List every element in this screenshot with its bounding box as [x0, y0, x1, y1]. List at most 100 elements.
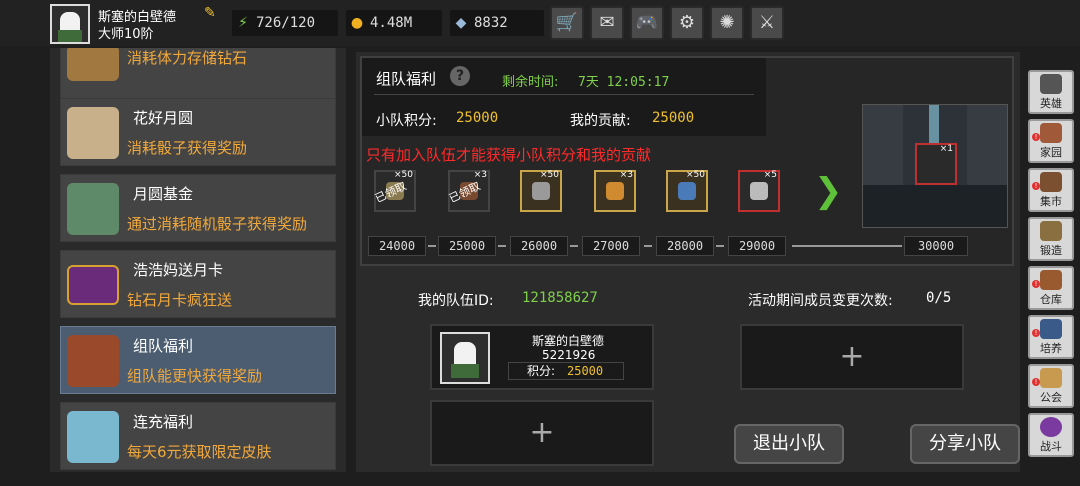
event-list[interactable]: 消耗体力存储钻石 花好月圆 消耗骰子获得奖励 月圆基金 通过消耗随机骰子获得奖励…: [50, 48, 346, 472]
arrow-right-icon: ❯: [814, 171, 843, 211]
event-title: 花好月圆: [133, 109, 194, 127]
gacha-icon[interactable]: ✺: [710, 6, 744, 40]
guild-emblem-icon: [1040, 368, 1062, 388]
gamepad-icon[interactable]: 🎮: [630, 6, 664, 40]
alert-badge-icon: !: [1032, 133, 1040, 141]
staff-item-icon: [606, 182, 624, 200]
my-contribution-value: 25000: [652, 110, 695, 126]
crate-icon: [1040, 270, 1062, 290]
threshold-label: 28000: [656, 236, 714, 256]
event-title: 组队福利: [133, 337, 194, 355]
reward-slot[interactable]: ×5: [738, 170, 780, 212]
event-title: 月圆基金: [133, 185, 194, 203]
nav-market[interactable]: ! 集市: [1028, 168, 1074, 212]
axe-item-icon: [750, 182, 768, 200]
team-points-value: 25000: [456, 110, 499, 126]
warning-text: 只有加入队伍才能获得小队积分和我的贡献: [366, 146, 652, 164]
member-avatar: [440, 332, 490, 384]
alert-badge-icon: !: [1032, 329, 1040, 337]
avatar-robe: [58, 30, 82, 42]
threshold-label: 27000: [582, 236, 640, 256]
nav-label: 仓库: [1040, 293, 1062, 306]
event-item[interactable]: 花好月圆 消耗骰子获得奖励: [60, 98, 336, 166]
event-item-team-bonus[interactable]: 组队福利 组队能更快获得奖励: [60, 326, 336, 394]
nav-train[interactable]: ! 培养: [1028, 315, 1074, 359]
alert-badge-icon: !: [1032, 182, 1040, 190]
anvil-icon: [1040, 221, 1062, 241]
threshold-label: 29000: [728, 236, 786, 256]
mail-icon[interactable]: ✉: [590, 6, 624, 40]
event-item[interactable]: 连充福利 每天6元获取限定皮肤: [60, 402, 336, 470]
rabbit-moon-icon: [67, 107, 119, 159]
reward-count: ×5: [763, 170, 777, 180]
nav-warehouse[interactable]: ! 仓库: [1028, 266, 1074, 310]
panel-title: 组队福利: [376, 70, 437, 88]
avatar-robe: [451, 364, 479, 378]
player-level: 大师10阶: [98, 27, 154, 42]
team-id-label: 我的队伍ID:: [418, 293, 494, 309]
event-item[interactable]: 浩浩妈送月卡 钻石月卡疯狂送: [60, 250, 336, 318]
threshold-separator: [644, 245, 652, 247]
member-changes-label: 活动期间成员变更次数:: [748, 293, 893, 309]
team-bonus-panel: 组队福利 ? 剩余时间: 7天 12:05:17 小队积分: 25000 我的贡…: [356, 52, 1020, 472]
reward-count: ×1: [939, 144, 953, 154]
top-bar: 斯塞的白壁德 大师10阶 ✎ ⚡ 726/120 ● 4.48M ◆ 8832 …: [0, 0, 1080, 46]
claimed-stamp: 已领取: [447, 179, 483, 206]
nav-label: 战斗: [1040, 440, 1062, 453]
event-header: 组队福利 ? 剩余时间: 7天 12:05:17 小队积分: 25000 我的贡…: [362, 58, 766, 136]
diamond-counter: ◆ 8832: [450, 10, 544, 36]
member-name: 斯塞的白壁德: [532, 334, 605, 348]
nav-label: 集市: [1040, 195, 1062, 208]
reward-count: ×50: [540, 170, 559, 180]
empty-member-slot[interactable]: +: [430, 400, 654, 466]
nav-forge[interactable]: 锻造: [1028, 217, 1074, 261]
time-value: 7天 12:05:17: [578, 75, 670, 90]
reward-slot[interactable]: ×3 已领取: [447, 170, 490, 212]
member-score-label: 积分:: [527, 364, 556, 378]
threshold-separator: [498, 245, 506, 247]
event-desc: 消耗体力存储钻石: [127, 49, 248, 67]
claimed-stamp: 已领取: [373, 179, 409, 206]
help-icon[interactable]: ?: [450, 66, 470, 86]
threshold-label: 30000: [904, 236, 968, 256]
edit-icon[interactable]: ✎: [204, 6, 218, 20]
leave-team-button[interactable]: 退出小队: [734, 424, 844, 464]
event-item[interactable]: 消耗体力存储钻石: [60, 48, 336, 104]
share-team-button[interactable]: 分享小队: [910, 424, 1020, 464]
hammer-item-icon: [532, 182, 550, 200]
nav-hero[interactable]: 英雄: [1028, 70, 1074, 114]
event-desc: 消耗骰子获得奖励: [127, 139, 248, 157]
coin-icon: ●: [350, 15, 364, 31]
nav-guild[interactable]: ! 公会: [1028, 364, 1074, 408]
reward-slot[interactable]: ×50: [520, 170, 562, 212]
event-desc: 通过消耗随机骰子获得奖励: [127, 215, 308, 233]
event-item[interactable]: 月圆基金 通过消耗随机骰子获得奖励: [60, 174, 336, 242]
final-reward-slot[interactable]: ×1: [915, 143, 957, 185]
threshold-label: 25000: [438, 236, 496, 256]
gold-value: 4.48M: [370, 15, 413, 31]
nav-home[interactable]: ! 家园: [1028, 119, 1074, 163]
reward-slot[interactable]: ×50: [666, 170, 708, 212]
empty-member-slot[interactable]: +: [740, 324, 964, 390]
event-title: 浩浩妈送月卡: [133, 261, 224, 279]
member-card[interactable]: 斯塞的白壁德 5221926 积分: 25000: [430, 324, 654, 390]
member-score: 积分: 25000: [508, 362, 624, 380]
ore-item-icon: [678, 182, 696, 200]
threshold-label: 24000: [368, 236, 426, 256]
shop-cart-icon[interactable]: 🛒: [550, 6, 584, 40]
player-avatar[interactable]: [50, 4, 90, 44]
threshold-label: 26000: [510, 236, 568, 256]
time-label: 剩余时间:: [502, 75, 559, 90]
diamond-icon: ◆: [455, 15, 467, 31]
settings-icon[interactable]: ⚙: [670, 6, 704, 40]
reward-count: ×50: [686, 170, 705, 180]
reward-slot[interactable]: ×3: [594, 170, 636, 212]
team-id-value: 121858627: [522, 290, 598, 306]
team-points-label: 小队积分:: [376, 113, 437, 129]
nav-battle[interactable]: 战斗: [1028, 413, 1074, 457]
reward-slot[interactable]: ×50 已领取: [373, 170, 416, 212]
gem-card-icon: [67, 265, 119, 305]
sword-icon[interactable]: ⚔: [750, 6, 784, 40]
threshold-separator: [716, 245, 724, 247]
nav-label: 英雄: [1040, 97, 1062, 110]
